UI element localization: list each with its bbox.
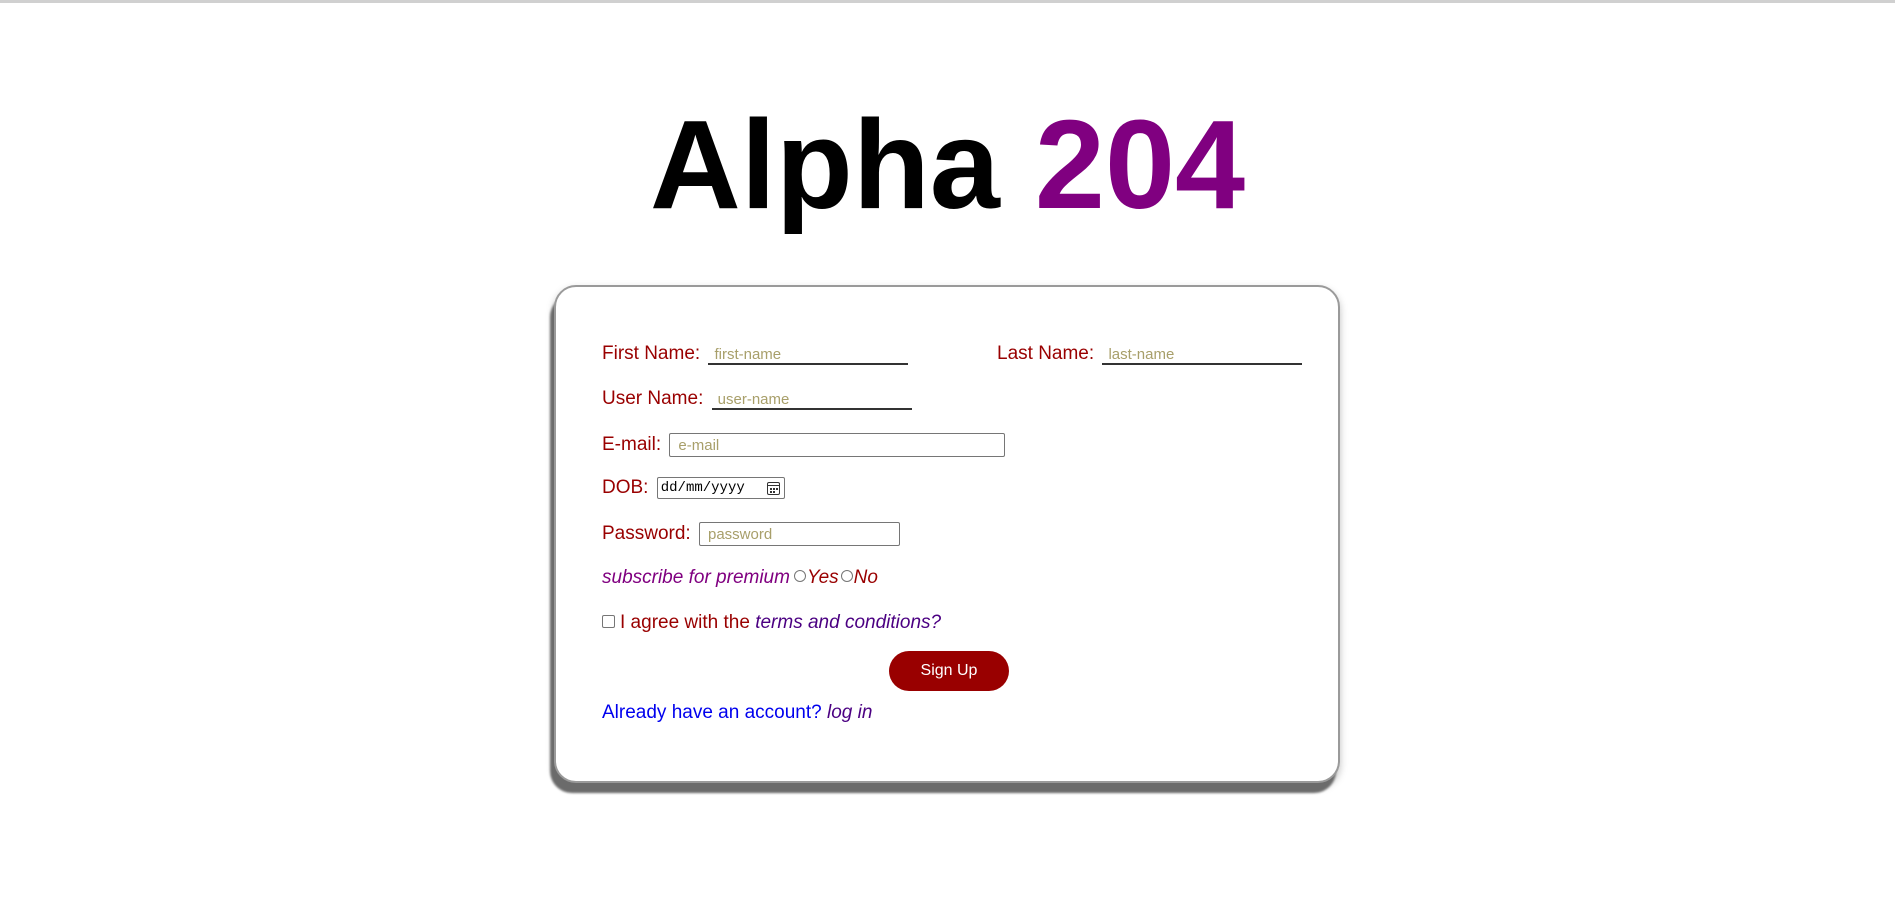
password-label: Password:	[602, 523, 691, 544]
user-name-input[interactable]	[711, 388, 912, 410]
subscribe-no-label: No	[853, 567, 878, 588]
email-label: E-mail:	[602, 434, 662, 455]
dob-row: DOB: dd/mm/yyyy	[602, 477, 785, 505]
sign-up-button[interactable]: Sign Up	[889, 651, 1009, 691]
dob-date-input[interactable]: dd/mm/yyyy	[656, 477, 785, 499]
password-row: Password:	[602, 522, 900, 550]
subscribe-yes-label: Yes	[806, 567, 839, 588]
first-name-label: First Name:	[602, 343, 701, 364]
last-name-label: Last Name:	[997, 343, 1095, 364]
terms-row: I agree with the terms and conditions?	[602, 612, 941, 640]
title-word-number: 204	[1034, 94, 1246, 235]
login-link[interactable]: log in	[827, 702, 872, 724]
page-title: Alpha 204	[0, 100, 1895, 230]
first-name-input[interactable]	[708, 343, 909, 365]
login-row: Already have an account? log in	[602, 702, 872, 730]
last-name-row: Last Name:	[997, 343, 1303, 371]
terms-checkbox[interactable]	[602, 614, 615, 628]
terms-link[interactable]: terms and conditions?	[755, 612, 941, 634]
subscribe-row: subscribe for premium Yes No	[602, 567, 878, 595]
subscribe-no-radio[interactable]	[840, 570, 853, 582]
dob-label: DOB:	[602, 477, 649, 498]
subscribe-yes-radio[interactable]	[793, 570, 806, 582]
login-prefix: Already have an account?	[602, 702, 822, 723]
email-row: E-mail:	[602, 433, 1006, 461]
dob-format-text: dd/mm/yyyy	[660, 480, 745, 496]
user-name-row: User Name:	[602, 388, 912, 416]
password-input[interactable]	[698, 522, 900, 546]
top-border	[0, 0, 1895, 3]
subscribe-label: subscribe for premium	[602, 567, 790, 588]
signup-form-card: First Name: Last Name: User Name: E-mail…	[554, 285, 1340, 783]
first-name-row: First Name:	[602, 343, 909, 371]
terms-prefix: I agree with the	[620, 612, 750, 633]
email-input[interactable]	[669, 433, 1006, 457]
user-name-label: User Name:	[602, 388, 704, 409]
calendar-icon[interactable]	[766, 481, 780, 495]
last-name-input[interactable]	[1102, 343, 1303, 365]
title-word-alpha: Alpha	[649, 94, 1000, 235]
